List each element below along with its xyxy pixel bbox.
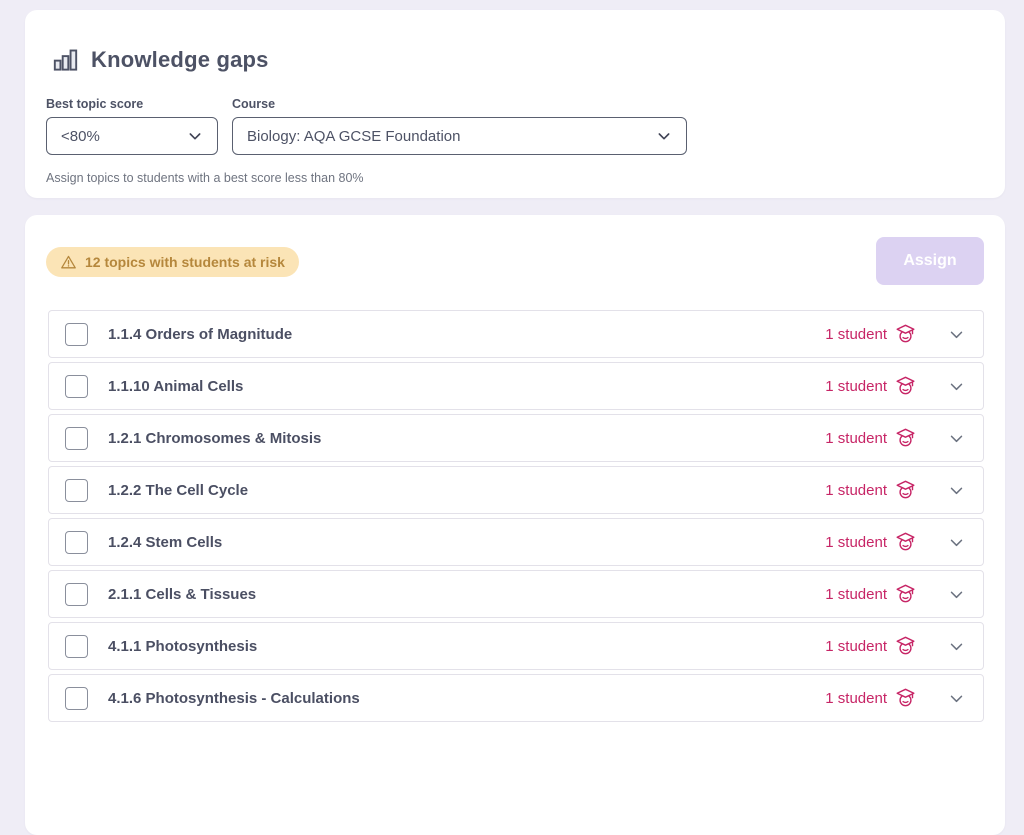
graduation-cap-student-icon xyxy=(895,636,916,657)
topic-row[interactable]: 4.1.6 Photosynthesis - Calculations 1 st… xyxy=(48,674,984,722)
chevron-down-icon xyxy=(656,128,672,144)
topic-checkbox[interactable] xyxy=(65,583,88,606)
student-count: 1 student xyxy=(825,482,887,499)
student-count: 1 student xyxy=(825,638,887,655)
topic-checkbox[interactable] xyxy=(65,427,88,450)
student-count: 1 student xyxy=(825,326,887,343)
graduation-cap-student-icon xyxy=(895,584,916,605)
student-count: 1 student xyxy=(825,690,887,707)
filters-row: Best topic score <80% Course Biology: AQ… xyxy=(25,73,1005,155)
chevron-down-icon[interactable] xyxy=(948,586,965,603)
course-value: Biology: AQA GCSE Foundation xyxy=(247,128,460,145)
topic-checkbox[interactable] xyxy=(65,635,88,658)
knowledge-gaps-card: Knowledge gaps Best topic score <80% Cou… xyxy=(25,10,1005,198)
topic-title: 2.1.1 Cells & Tissues xyxy=(108,586,825,603)
graduation-cap-student-icon xyxy=(895,324,916,345)
course-label: Course xyxy=(232,97,687,111)
chevron-down-icon[interactable] xyxy=(948,534,965,551)
chevron-down-icon[interactable] xyxy=(948,482,965,499)
course-select[interactable]: Biology: AQA GCSE Foundation xyxy=(232,117,687,155)
graduation-cap-student-icon xyxy=(895,532,916,553)
warning-triangle-icon xyxy=(60,254,77,271)
graduation-cap-student-icon xyxy=(895,376,916,397)
course-field: Course Biology: AQA GCSE Foundation xyxy=(232,97,687,155)
topic-title: 1.2.2 The Cell Cycle xyxy=(108,482,825,499)
topic-checkbox[interactable] xyxy=(65,375,88,398)
best-topic-score-field: Best topic score <80% xyxy=(46,97,218,155)
students-at-risk-text: 12 topics with students at risk xyxy=(85,254,285,270)
chevron-down-icon[interactable] xyxy=(948,326,965,343)
graduation-cap-student-icon xyxy=(895,428,916,449)
topic-row[interactable]: 4.1.1 Photosynthesis 1 student xyxy=(48,622,984,670)
topic-checkbox[interactable] xyxy=(65,479,88,502)
topic-title: 1.2.1 Chromosomes & Mitosis xyxy=(108,430,825,447)
topic-row[interactable]: 2.1.1 Cells & Tissues 1 student xyxy=(48,570,984,618)
chevron-down-icon[interactable] xyxy=(948,690,965,707)
page-title: Knowledge gaps xyxy=(91,47,269,73)
filter-helper-text: Assign topics to students with a best sc… xyxy=(25,155,1005,185)
chevron-down-icon[interactable] xyxy=(948,638,965,655)
student-count: 1 student xyxy=(825,586,887,603)
page-title-row: Knowledge gaps xyxy=(25,10,1005,73)
best-topic-score-select[interactable]: <80% xyxy=(46,117,218,155)
chevron-down-icon[interactable] xyxy=(948,430,965,447)
student-count: 1 student xyxy=(825,378,887,395)
topic-title: 1.1.4 Orders of Magnitude xyxy=(108,326,825,343)
assign-button[interactable]: Assign xyxy=(876,237,984,285)
student-count: 1 student xyxy=(825,534,887,551)
best-topic-score-value: <80% xyxy=(61,128,100,145)
topic-row[interactable]: 1.2.1 Chromosomes & Mitosis 1 student xyxy=(48,414,984,462)
topics-panel-card: 12 topics with students at risk Assign 1… xyxy=(25,215,1005,835)
student-count: 1 student xyxy=(825,430,887,447)
topic-title: 4.1.1 Photosynthesis xyxy=(108,638,825,655)
chevron-down-icon xyxy=(187,128,203,144)
topic-checkbox[interactable] xyxy=(65,531,88,554)
topic-title: 1.2.4 Stem Cells xyxy=(108,534,825,551)
topic-checkbox[interactable] xyxy=(65,687,88,710)
topic-title: 4.1.6 Photosynthesis - Calculations xyxy=(108,690,825,707)
bar-chart-icon xyxy=(52,46,79,73)
topic-title: 1.1.10 Animal Cells xyxy=(108,378,825,395)
topic-row[interactable]: 1.2.4 Stem Cells 1 student xyxy=(48,518,984,566)
topics-toolbar: 12 topics with students at risk Assign xyxy=(46,237,984,285)
topic-checkbox[interactable] xyxy=(65,323,88,346)
topic-row[interactable]: 1.1.10 Animal Cells 1 student xyxy=(48,362,984,410)
students-at-risk-badge: 12 topics with students at risk xyxy=(46,247,299,277)
topic-row[interactable]: 1.2.2 The Cell Cycle 1 student xyxy=(48,466,984,514)
topics-list: 1.1.4 Orders of Magnitude 1 student 1.1.… xyxy=(48,310,984,726)
topic-row[interactable]: 1.1.4 Orders of Magnitude 1 student xyxy=(48,310,984,358)
chevron-down-icon[interactable] xyxy=(948,378,965,395)
graduation-cap-student-icon xyxy=(895,480,916,501)
graduation-cap-student-icon xyxy=(895,688,916,709)
best-topic-score-label: Best topic score xyxy=(46,97,218,111)
